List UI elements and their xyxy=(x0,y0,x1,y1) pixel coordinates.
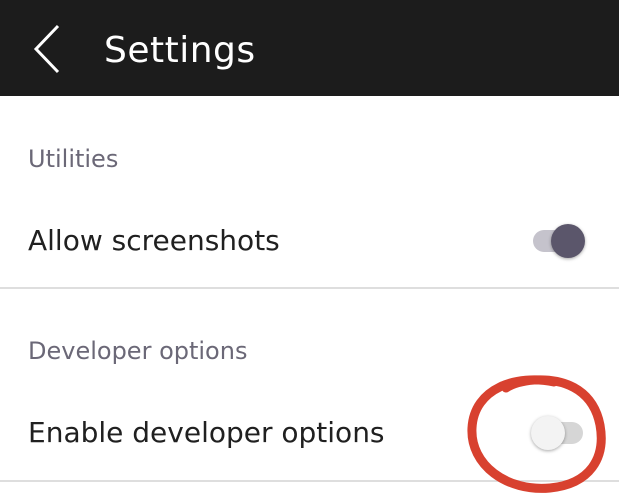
chevron-left-icon xyxy=(33,24,60,74)
setting-row-allow-screenshots: Allow screenshots xyxy=(0,206,619,276)
setting-row-enable-developer-options: Enable developer options xyxy=(0,398,619,468)
section-header-utilities: Utilities xyxy=(28,145,119,173)
back-button[interactable] xyxy=(28,22,72,76)
setting-label: Enable developer options xyxy=(28,416,385,449)
allow-screenshots-toggle[interactable] xyxy=(533,224,585,258)
section-header-developer-options: Developer options xyxy=(28,337,248,365)
enable-developer-options-toggle[interactable] xyxy=(531,416,585,450)
page-title: Settings xyxy=(104,30,256,71)
app-bar: Settings xyxy=(0,0,619,96)
divider xyxy=(0,480,619,482)
divider xyxy=(0,287,619,289)
toggle-thumb xyxy=(531,416,565,450)
setting-label: Allow screenshots xyxy=(28,224,280,257)
toggle-thumb xyxy=(551,224,585,258)
